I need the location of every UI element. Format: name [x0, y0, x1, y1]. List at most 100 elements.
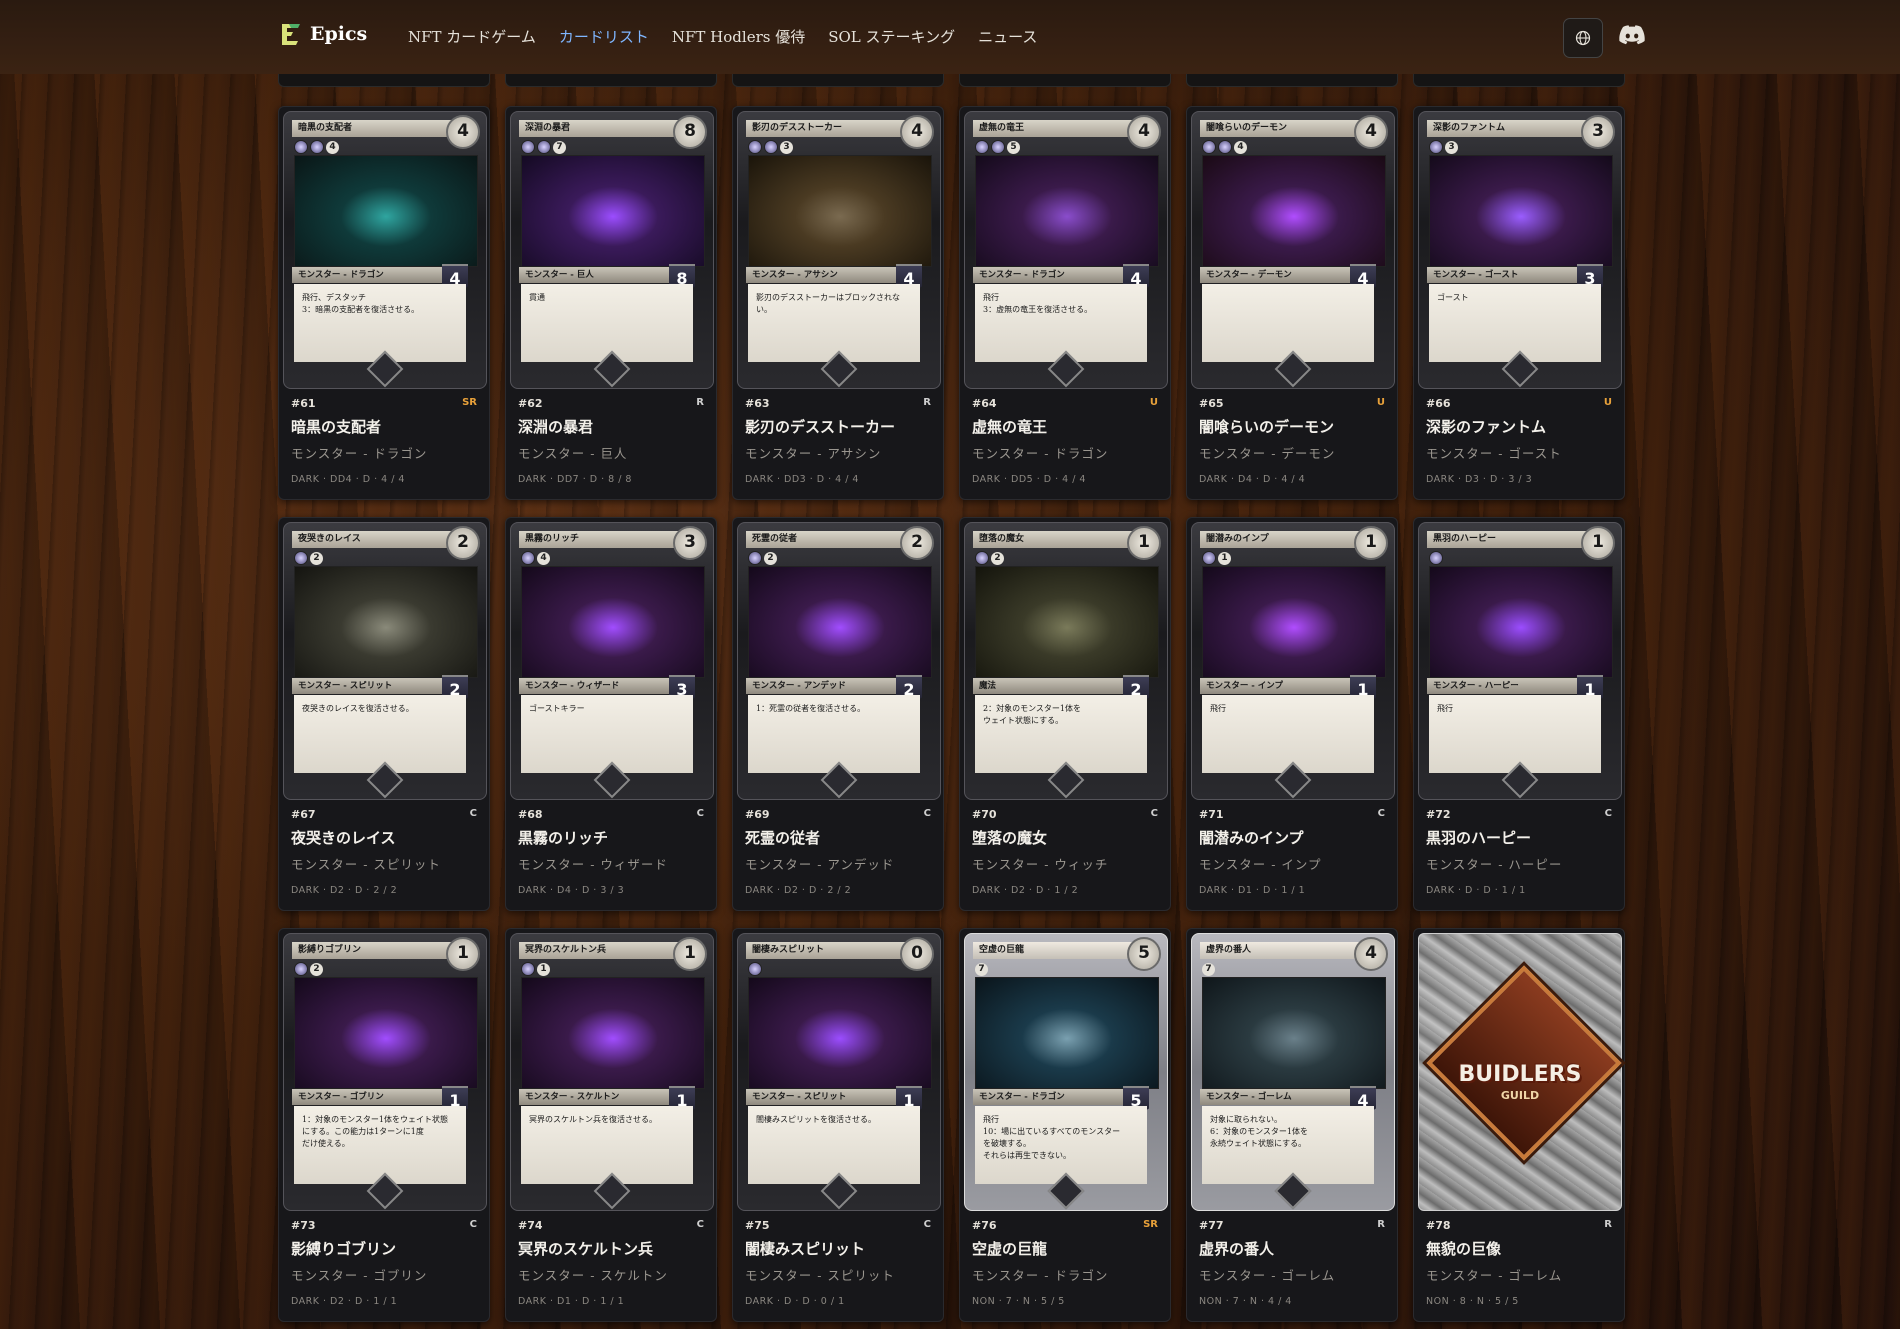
- card-image[interactable]: 空虚の巨龍 5 7 モンスター - ドラゴン 5 飛行 10：場に出ているすべてのモンスタ…: [964, 933, 1168, 1211]
- card-name[interactable]: 深淵の暴君: [518, 416, 704, 437]
- card-name[interactable]: 闇棲みスピリット: [745, 1238, 931, 1259]
- card-tile[interactable]: 影縛りゴブリン 1 2 モンスター - ゴブリン 1 1：対象のモンスター1体をウェイト状…: [278, 928, 490, 1322]
- card-rules-text: 夜哭きのレイスを復活させる。: [294, 695, 466, 773]
- card-number: #73: [291, 1219, 316, 1232]
- mana-number: 2: [310, 962, 323, 976]
- card-image[interactable]: 闇棲みスピリット 0 モンスター - スピリット 1 闇棲みスピリットを復活させる。: [737, 933, 941, 1211]
- card-name[interactable]: 影縛りゴブリン: [291, 1238, 477, 1259]
- nav-news[interactable]: ニュース: [978, 26, 1037, 47]
- dark-mana-icon: [294, 140, 308, 154]
- card-info: #65 U 闇喰らいのデーモン モンスター - デーモン DARK · D4 · D ·…: [1199, 397, 1385, 485]
- card-cost-badge: 4: [1127, 115, 1161, 149]
- card-tile[interactable]: 闇潜みのインプ 1 1 モンスター - インプ 1 飛行 #71 C 闇潜みのインプ モンスター …: [1186, 517, 1398, 911]
- card-subtype: モンスター - スピリット: [745, 1268, 895, 1283]
- card-tile[interactable]: 深影のファントム 3 3 モンスター - ゴースト 3 ゴースト #66 U 深影のファントムモ…: [1413, 106, 1625, 500]
- card-image[interactable]: 闇喰らいのデーモン 4 4 モンスター - デーモン 4: [1191, 111, 1395, 389]
- card-type-line: 魔法: [973, 678, 1129, 694]
- card-tile[interactable]: 黒羽のハーピー 1 モンスター - ハーピー 1 飛行 #72 C 黒羽のハーピー モンスター …: [1413, 517, 1625, 911]
- card-name[interactable]: 死霊の従者: [745, 827, 931, 848]
- card-image[interactable]: 黒羽のハーピー 1 モンスター - ハーピー 1 飛行: [1418, 522, 1622, 800]
- card-image[interactable]: BUIDLERS GUILD: [1418, 933, 1622, 1211]
- card-tile[interactable]: 虚界の番人 4 7 モンスター - ゴーレム 4 対象に取られない。 6：対象のモンスター…: [1186, 928, 1398, 1322]
- card-stats: DARK · DD5 · D · 4 / 4: [972, 474, 1086, 485]
- card-frame: 虚無の竜王 4 5 モンスター - ドラゴン 4 飛行 3：虚無の竜王を復活させる。: [964, 111, 1168, 389]
- nav-nft-hodlers[interactable]: NFT Hodlers 優待: [672, 26, 805, 47]
- card-image[interactable]: 闇潜みのインプ 1 1 モンスター - インプ 1 飛行: [1191, 522, 1395, 800]
- card-name[interactable]: 堕落の魔女: [972, 827, 1158, 848]
- card-image[interactable]: 虚無の竜王 4 5 モンスター - ドラゴン 4 飛行 3：虚無の竜王を復活させる。: [964, 111, 1168, 389]
- card-image[interactable]: 虚界の番人 4 7 モンスター - ゴーレム 4 対象に取られない。 6：対象のモンスター…: [1191, 933, 1395, 1211]
- discord-icon[interactable]: [1619, 24, 1645, 46]
- card-type-line: モンスター - ウィザード: [519, 678, 675, 694]
- card-tile[interactable]: 死霊の従者 2 2 モンスター - アンデッド 2 1：死霊の従者を復活させる。 #69 C 死…: [732, 517, 944, 911]
- mana-cost: 5: [975, 140, 1020, 154]
- card-number: #66: [1426, 397, 1451, 410]
- card-tile[interactable]: 冥界のスケルトン兵 1 1 モンスター - スケルトン 1 冥界のスケルトン兵を復活させる…: [505, 928, 717, 1322]
- card-name[interactable]: 暗黒の支配者: [291, 416, 477, 437]
- card-image[interactable]: 死霊の従者 2 2 モンスター - アンデッド 2 1：死霊の従者を復活させる。: [737, 522, 941, 800]
- logo[interactable]: Epics: [280, 22, 367, 46]
- card-tile[interactable]: BUIDLERS GUILD #78 R 無貌の巨像 モンスター - ゴーレム NON · …: [1413, 928, 1625, 1322]
- card-tile[interactable]: 堕落の魔女 1 2 魔法 2 2：対象のモンスター1体を ウェイト状態にする。 #70 C 堕落…: [959, 517, 1171, 911]
- card-info: #69 C 死霊の従者 モンスター - アンデッド DARK · D2 · D · 2 …: [745, 808, 931, 896]
- card-image[interactable]: 夜哭きのレイス 2 2 モンスター - スピリット 2 夜哭きのレイスを復活させる。: [283, 522, 487, 800]
- card-info: #66 U 深影のファントム モンスター - ゴースト DARK · D3 · D · …: [1426, 397, 1612, 485]
- card-tile[interactable]: 闇喰らいのデーモン 4 4 モンスター - デーモン 4 #65 U 闇喰らいのデーモン モンス…: [1186, 106, 1398, 500]
- card-name[interactable]: 黒羽のハーピー: [1426, 827, 1612, 848]
- dark-mana-icon: [748, 962, 762, 976]
- card-frame-title: 暗黒の支配者: [292, 120, 460, 137]
- card-stats: DARK · D1 · D · 1 / 1: [1199, 885, 1306, 896]
- card-image[interactable]: 冥界のスケルトン兵 1 1 モンスター - スケルトン 1 冥界のスケルトン兵を復活させる…: [510, 933, 714, 1211]
- card-tile[interactable]: 深淵の暴君 8 7 モンスター - 巨人 8 貫通 #62 R 深淵の暴君 モンスター - 巨人 D…: [505, 106, 717, 500]
- card-artwork: [748, 155, 932, 267]
- card-name[interactable]: 黒霧のリッチ: [518, 827, 704, 848]
- card-name[interactable]: 影刃のデスストーカー: [745, 416, 931, 437]
- card-artwork: [521, 155, 705, 267]
- card-image[interactable]: 暗黒の支配者 4 4 モンスター - ドラゴン 4 飛行、デスタッチ 3：暗黒の支配者を復…: [283, 111, 487, 389]
- previous-row-edge: [270, 74, 1625, 87]
- card-name[interactable]: 空虚の巨龍: [972, 1238, 1158, 1259]
- card-number: #72: [1426, 808, 1451, 821]
- card-cost-badge: 3: [1581, 115, 1615, 149]
- nav-sol-staking[interactable]: SOL ステーキング: [828, 26, 955, 47]
- card-number: #64: [972, 397, 997, 410]
- nav-nft-card-game[interactable]: NFT カードゲーム: [408, 26, 536, 47]
- card-name[interactable]: 深影のファントム: [1426, 416, 1612, 437]
- card-tile[interactable]: 黒霧のリッチ 3 4 モンスター - ウィザード 3 ゴーストキラー #68 C 黒霧のリッチモ…: [505, 517, 717, 911]
- dark-mana-icon: [521, 962, 535, 976]
- card-name[interactable]: 夜哭きのレイス: [291, 827, 477, 848]
- card-frame: 深影のファントム 3 3 モンスター - ゴースト 3 ゴースト: [1418, 111, 1622, 389]
- card-frame-title: 冥界のスケルトン兵: [519, 942, 687, 959]
- card-name[interactable]: 無貌の巨像: [1426, 1238, 1612, 1259]
- card-image[interactable]: 影刃のデスストーカー 4 3 モンスター - アサシン 4 影刃のデスストーカーはブロック…: [737, 111, 941, 389]
- card-stats: DARK · D2 · D · 1 / 1: [291, 1296, 398, 1307]
- card-stats: DARK · DD4 · D · 4 / 4: [291, 474, 405, 485]
- language-button[interactable]: [1563, 18, 1603, 58]
- card-type-line: モンスター - ゴブリン: [292, 1089, 448, 1105]
- card-number: #71: [1199, 808, 1224, 821]
- card-image[interactable]: 深影のファントム 3 3 モンスター - ゴースト 3 ゴースト: [1418, 111, 1622, 389]
- card-artwork: [975, 977, 1159, 1089]
- card-image[interactable]: 黒霧のリッチ 3 4 モンスター - ウィザード 3 ゴーストキラー: [510, 522, 714, 800]
- card-name[interactable]: 虚界の番人: [1199, 1238, 1385, 1259]
- mana-number: 1: [1218, 551, 1231, 565]
- card-image[interactable]: 堕落の魔女 1 2 魔法 2 2：対象のモンスター1体を ウェイト状態にする。: [964, 522, 1168, 800]
- card-tile[interactable]: 空虚の巨龍 5 7 モンスター - ドラゴン 5 飛行 10：場に出ているすべてのモンスタ…: [959, 928, 1171, 1322]
- rarity-badge: U: [1603, 397, 1612, 408]
- card-name[interactable]: 虚無の竜王: [972, 416, 1158, 437]
- card-image[interactable]: 深淵の暴君 8 7 モンスター - 巨人 8 貫通: [510, 111, 714, 389]
- card-name[interactable]: 闇潜みのインプ: [1199, 827, 1385, 848]
- card-name[interactable]: 闇喰らいのデーモン: [1199, 416, 1385, 437]
- card-name[interactable]: 冥界のスケルトン兵: [518, 1238, 704, 1259]
- card-tile[interactable]: 闇棲みスピリット 0 モンスター - スピリット 1 闇棲みスピリットを復活させる。 #7…: [732, 928, 944, 1322]
- card-tile[interactable]: 影刃のデスストーカー 4 3 モンスター - アサシン 4 影刃のデスストーカーはブロック…: [732, 106, 944, 500]
- card-tile[interactable]: 暗黒の支配者 4 4 モンスター - ドラゴン 4 飛行、デスタッチ 3：暗黒の支配者を復…: [278, 106, 490, 500]
- nav-card-list[interactable]: カードリスト: [559, 26, 649, 47]
- card-number: #67: [291, 808, 316, 821]
- card-tile[interactable]: 夜哭きのレイス 2 2 モンスター - スピリット 2 夜哭きのレイスを復活させる。 #67…: [278, 517, 490, 911]
- mana-number: 5: [1007, 140, 1020, 154]
- dark-mana-icon: [1429, 140, 1443, 154]
- card-image[interactable]: 影縛りゴブリン 1 2 モンスター - ゴブリン 1 1：対象のモンスター1体をウェイト状…: [283, 933, 487, 1211]
- card-tile[interactable]: 虚無の竜王 4 5 モンスター - ドラゴン 4 飛行 3：虚無の竜王を復活させる。 #64…: [959, 106, 1171, 500]
- rarity-badge: C: [923, 1219, 931, 1230]
